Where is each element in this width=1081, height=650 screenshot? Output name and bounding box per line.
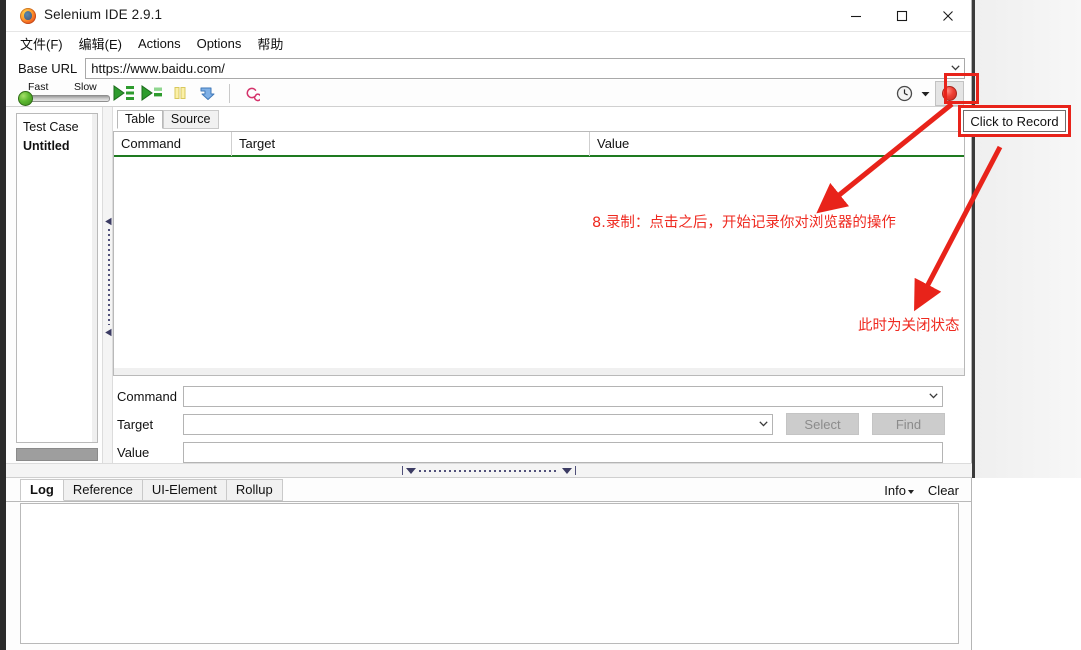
- test-case-item-untitled[interactable]: Untitled: [17, 137, 97, 153]
- target-row: Target Select Find: [117, 413, 965, 435]
- collapse-down-icon[interactable]: [406, 467, 416, 474]
- target-field-label: Target: [117, 416, 154, 432]
- command-grid[interactable]: Command Target Value: [113, 131, 965, 376]
- column-header-value[interactable]: Value: [590, 132, 964, 156]
- log-clear-button[interactable]: Clear: [928, 483, 959, 498]
- log-output[interactable]: [20, 503, 959, 644]
- horizontal-splitter-grip: [419, 469, 559, 472]
- selenium-ide-window: Selenium IDE 2.9.1 文件(F) 编辑(E) Actions O…: [6, 0, 972, 503]
- caret-down-icon: [907, 490, 914, 494]
- command-grid-hscrollbar[interactable]: [114, 368, 964, 375]
- rollup-spiral-icon[interactable]: [237, 81, 265, 106]
- play-all-icon[interactable]: [110, 81, 138, 106]
- minimize-icon[interactable]: [833, 0, 879, 32]
- menu-actions[interactable]: Actions: [138, 36, 181, 51]
- run-progress-bar: [16, 448, 98, 461]
- vertical-splitter[interactable]: [102, 107, 113, 503]
- menubar: 文件(F) 编辑(E) Actions Options 帮助: [6, 32, 971, 54]
- find-button[interactable]: Find: [872, 413, 945, 435]
- command-form: Command Target Select Find Value: [113, 385, 965, 463]
- firefox-icon: [20, 8, 36, 24]
- speed-slider-track[interactable]: [20, 94, 110, 102]
- tab-source[interactable]: Source: [162, 110, 219, 129]
- log-info-dropdown[interactable]: Info: [884, 483, 914, 498]
- desktop-edge-right: [972, 0, 1081, 478]
- horizontal-splitter[interactable]: [6, 463, 972, 478]
- log-tab-rollup[interactable]: Rollup: [225, 479, 283, 501]
- speed-slider[interactable]: Fast Slow: [18, 81, 110, 106]
- menu-file[interactable]: 文件(F): [20, 34, 63, 53]
- record-button[interactable]: [935, 81, 964, 106]
- log-tab-ui-element[interactable]: UI-Element: [141, 479, 227, 501]
- command-input[interactable]: [183, 385, 943, 407]
- editor-pane: Table Source Command Target Value Comman…: [113, 107, 971, 503]
- play-current-icon[interactable]: [138, 81, 166, 106]
- screenshot-root: Selenium IDE 2.9.1 文件(F) 编辑(E) Actions O…: [0, 0, 1081, 650]
- command-row: Command: [117, 385, 965, 407]
- command-field-label: Command: [117, 388, 177, 404]
- menu-edit[interactable]: 编辑(E): [79, 34, 122, 53]
- command-grid-header: Command Target Value: [114, 132, 964, 157]
- log-actions: Info Clear: [884, 483, 959, 498]
- menu-help[interactable]: 帮助: [257, 34, 283, 53]
- main-body: Test Case Untitled Runs: 0 Failures: 0: [6, 107, 971, 503]
- chevron-down-icon[interactable]: [924, 393, 942, 399]
- log-tabs: Log Reference UI-Element Rollup Info Cle…: [6, 478, 971, 502]
- record-dot-icon: [942, 86, 957, 101]
- splitter-grip: [107, 229, 110, 325]
- pause-icon[interactable]: [166, 81, 194, 106]
- tab-table[interactable]: Table: [117, 110, 163, 129]
- toolbar: Fast Slow: [6, 80, 971, 107]
- base-url-row: Base URL https://www.baidu.com/: [6, 56, 971, 80]
- log-tab-log[interactable]: Log: [20, 479, 64, 501]
- base-url-input[interactable]: https://www.baidu.com/: [85, 57, 965, 79]
- caret-down-icon[interactable]: [917, 81, 933, 106]
- editor-tabs: Table Source: [113, 110, 965, 129]
- chevron-down-icon[interactable]: [946, 59, 964, 78]
- test-case-list[interactable]: Test Case Untitled: [16, 113, 98, 443]
- toolbar-right-group: [891, 80, 967, 107]
- collapse-left-icon: [105, 217, 112, 226]
- collapse-down-icon-2[interactable]: [562, 467, 572, 474]
- speed-fast-label: Fast: [28, 80, 49, 93]
- test-case-sidebar: Test Case Untitled Runs: 0 Failures: 0: [6, 107, 102, 503]
- maximize-icon[interactable]: [879, 0, 925, 32]
- chevron-down-icon[interactable]: [754, 421, 772, 427]
- target-input[interactable]: [183, 413, 773, 435]
- close-icon[interactable]: [925, 0, 971, 32]
- base-url-value: https://www.baidu.com/: [91, 60, 225, 76]
- test-case-header: Test Case: [23, 120, 79, 134]
- log-tab-reference[interactable]: Reference: [62, 479, 143, 501]
- value-row: Value: [117, 441, 965, 463]
- column-header-command[interactable]: Command: [114, 132, 232, 156]
- command-grid-body[interactable]: [114, 157, 964, 373]
- collapse-left-icon-2: [105, 328, 112, 337]
- window-controls: [833, 0, 971, 32]
- toolbar-separator: [229, 83, 230, 103]
- column-header-target[interactable]: Target: [232, 132, 590, 156]
- step-icon[interactable]: [194, 81, 222, 106]
- titlebar: Selenium IDE 2.9.1: [6, 0, 971, 32]
- value-input[interactable]: [183, 441, 943, 463]
- log-info-label: Info: [884, 483, 906, 498]
- speed-slider-knob[interactable]: [18, 90, 33, 106]
- log-panel: Log Reference UI-Element Rollup Info Cle…: [6, 478, 972, 650]
- select-button[interactable]: Select: [786, 413, 859, 435]
- window-title: Selenium IDE 2.9.1: [44, 7, 163, 22]
- value-field-label: Value: [117, 444, 150, 460]
- test-case-list-scrollbar[interactable]: [92, 114, 97, 442]
- menu-options[interactable]: Options: [197, 36, 242, 51]
- clock-icon[interactable]: [891, 81, 917, 106]
- base-url-label: Base URL: [18, 60, 78, 76]
- speed-slow-label: Slow: [74, 80, 97, 93]
